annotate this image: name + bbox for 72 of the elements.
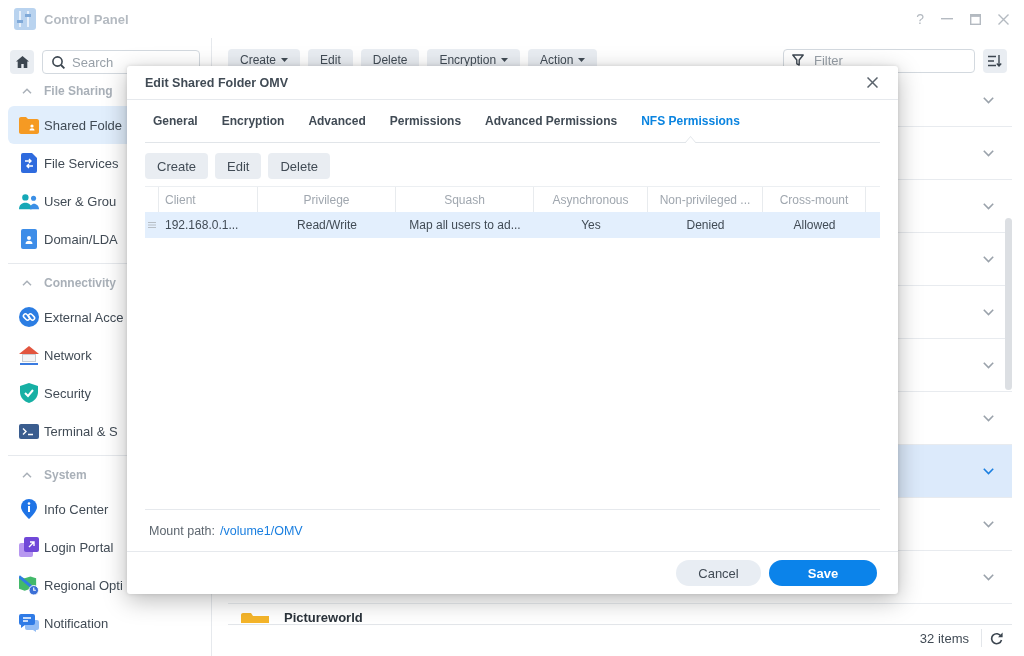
refresh-icon[interactable] <box>990 631 1003 645</box>
terminal-icon <box>19 423 39 439</box>
chevron-down-icon[interactable] <box>983 573 994 581</box>
table-cell: 192.168.0.1... <box>165 218 239 232</box>
folder-name: Pictureworld <box>284 610 363 624</box>
tab[interactable]: Permissions <box>381 100 470 142</box>
close-icon[interactable] <box>867 77 878 88</box>
save-button[interactable]: Save <box>769 560 877 586</box>
folder-row[interactable]: Pictureworld <box>228 604 1012 624</box>
file-transfer-icon <box>21 153 37 173</box>
chevron-down-icon[interactable] <box>983 414 994 422</box>
table-cell: Yes <box>581 218 601 232</box>
grip-icon[interactable] <box>148 222 156 228</box>
id-card-icon <box>21 229 37 249</box>
arrow-square-icon <box>19 537 39 557</box>
sidebar-item[interactable]: External Acce <box>8 298 200 336</box>
chevron-down-icon[interactable] <box>983 202 994 210</box>
info-icon <box>21 499 37 519</box>
cancel-button[interactable]: Cancel <box>676 560 761 586</box>
table-cell: Read/Write <box>297 218 357 232</box>
tab[interactable]: Advanced Permissions <box>477 100 626 142</box>
chevron-down-icon[interactable] <box>983 308 994 316</box>
table-cell: Denied <box>686 218 725 232</box>
tab[interactable]: NFS Permissions <box>633 100 748 142</box>
caret-icon <box>578 57 586 62</box>
table-cell: Map all users to ad... <box>409 218 521 232</box>
funnel-icon <box>792 54 804 66</box>
sidebar-item[interactable]: Terminal & S <box>8 412 200 450</box>
chat-bubble-icon <box>19 614 39 632</box>
chevron-down-icon[interactable] <box>983 149 994 157</box>
window-title: Control Panel <box>44 11 129 27</box>
dialog-title: Edit Shared Folder OMV <box>145 75 289 90</box>
toolbar-button[interactable]: Delete <box>268 153 330 179</box>
chevron-down-icon[interactable] <box>983 255 994 263</box>
sort-icon <box>988 55 1002 67</box>
folder-icon <box>19 116 39 134</box>
scrollbar-thumb[interactable] <box>1005 218 1012 390</box>
sliders-icon <box>14 8 36 30</box>
mount-path-label: Mount path: <box>149 523 215 538</box>
sidebar-item[interactable]: Regional Opti <box>8 566 200 604</box>
caret-icon <box>501 57 509 62</box>
search-icon <box>52 55 65 69</box>
caret-icon <box>281 57 289 62</box>
table-cell: Allowed <box>793 218 836 232</box>
chevron-down-icon[interactable] <box>983 520 994 528</box>
maximize-icon[interactable] <box>970 13 981 25</box>
link-icon <box>19 307 39 327</box>
table-row[interactable]: 192.168.0.1... Read/Write Map all users to ad... Yes Denied Allowed <box>145 212 880 238</box>
toolbar-button[interactable]: Create <box>145 153 209 179</box>
tab[interactable]: Encryption <box>213 100 293 142</box>
sidebar-item[interactable]: Network <box>8 336 200 374</box>
sidebar-item[interactable]: Security <box>8 374 200 412</box>
home-button[interactable] <box>10 50 34 74</box>
folder-icon <box>241 612 269 623</box>
map-clock-icon <box>19 574 39 596</box>
chevron-down-icon[interactable] <box>983 96 994 104</box>
tab[interactable]: Advanced <box>300 100 374 142</box>
chevron-down-icon[interactable] <box>983 467 994 475</box>
minimize-icon[interactable] <box>941 18 953 20</box>
sidebar-item[interactable]: Notification <box>8 604 200 642</box>
house-icon <box>19 345 39 365</box>
item-count: 32 items <box>919 630 969 646</box>
shield-icon <box>20 383 38 403</box>
sort-button[interactable] <box>983 49 1007 73</box>
people-icon <box>19 192 39 210</box>
chevron-up-icon[interactable] <box>22 88 32 94</box>
home-icon <box>15 56 29 68</box>
chevron-up-icon[interactable] <box>22 280 32 286</box>
mount-path-link[interactable]: /volume1/OMV <box>220 523 303 538</box>
toolbar-button[interactable]: Edit <box>215 153 262 179</box>
chevron-up-icon[interactable] <box>22 472 32 478</box>
chevron-down-icon[interactable] <box>983 361 994 369</box>
